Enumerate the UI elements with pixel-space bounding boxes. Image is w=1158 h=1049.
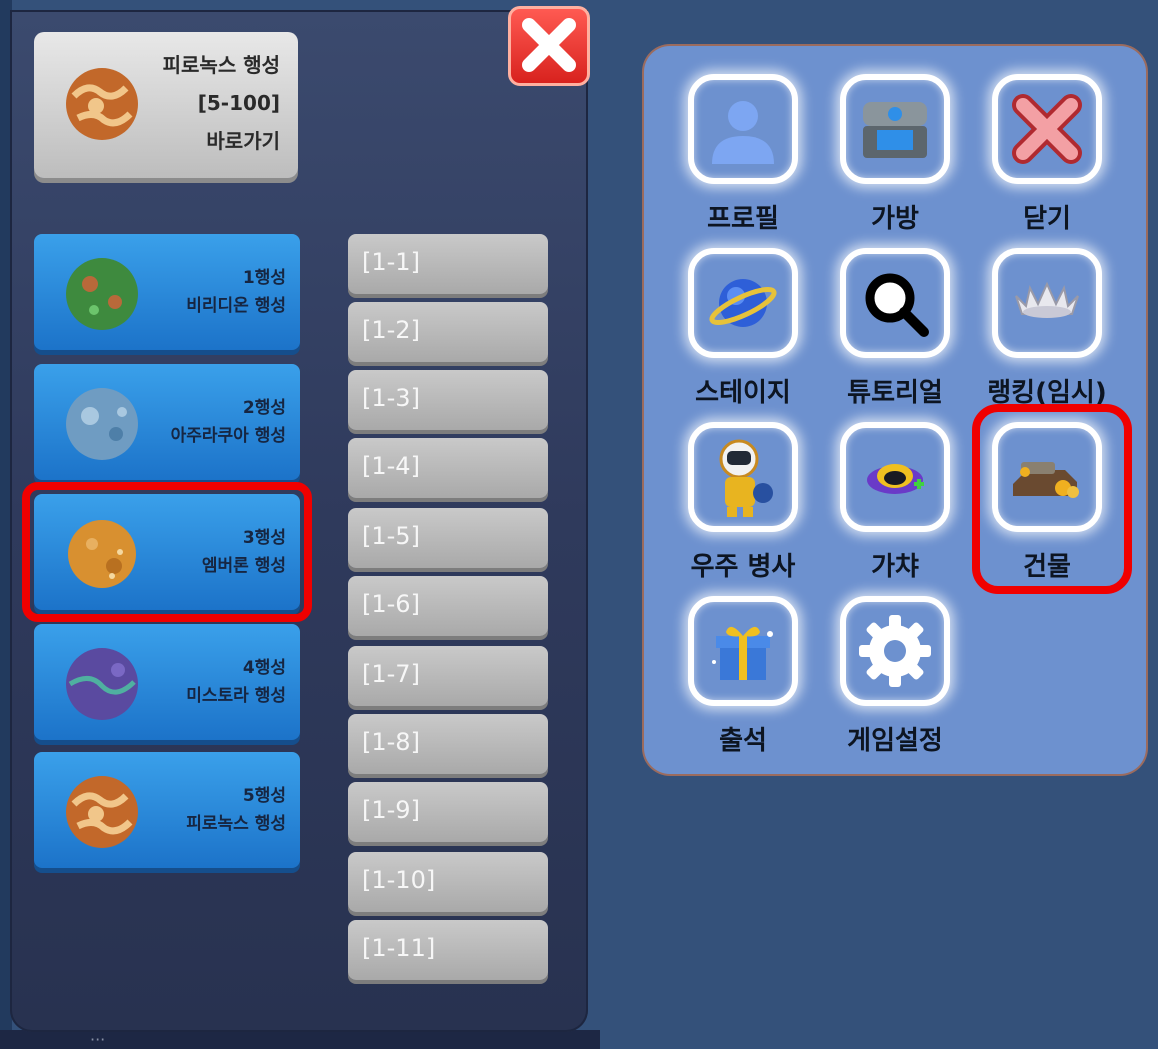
azuraqua-planet-icon — [66, 388, 138, 460]
chest-icon — [863, 102, 927, 158]
menu-label: 프로필 — [707, 204, 779, 234]
pyronox-planet-icon — [66, 68, 138, 140]
shortcut-level-range: [5-100] — [197, 91, 280, 115]
shortcut-planet-name: 피로녹스 행성 — [162, 53, 280, 77]
planet-button-1[interactable]: 1행성 비리디온 행성 — [34, 234, 300, 350]
menu-item-space-soldier[interactable]: 우주 병사 — [678, 422, 808, 592]
selection-highlight-building — [972, 404, 1132, 594]
menu-label: 가챠 — [871, 552, 919, 582]
selection-highlight-planet-3 — [22, 482, 312, 622]
menu-item-profile[interactable]: 프로필 — [678, 74, 808, 244]
menu-icon-frame — [688, 422, 798, 532]
stage-button-1-8[interactable]: [1-8] — [348, 714, 548, 774]
menu-item-ranking[interactable]: 랭킹(임시) — [982, 248, 1112, 418]
stage-button-1-7[interactable]: [1-7] — [348, 646, 548, 706]
gear-icon — [859, 615, 931, 687]
stage-label: [1-8] — [362, 728, 420, 756]
stage-label: [1-9] — [362, 796, 420, 824]
magnifier-icon — [865, 273, 929, 337]
menu-item-bag[interactable]: 가방 — [830, 74, 960, 244]
planet-name: 피로녹스 행성 — [186, 814, 286, 834]
menu-label: 우주 병사 — [690, 552, 796, 582]
stage-button-1-5[interactable]: [1-5] — [348, 508, 548, 568]
gift-icon — [712, 626, 773, 680]
stage-button-1-4[interactable]: [1-4] — [348, 438, 548, 498]
planet-button-2[interactable]: 2행성 아주라쿠아 행성 — [34, 364, 300, 480]
menu-icon-frame — [840, 422, 950, 532]
planet-name: 미스토라 행성 — [186, 686, 286, 706]
menu-icon-frame — [992, 248, 1102, 358]
menu-label: 튜토리얼 — [847, 378, 943, 408]
shortcut-button[interactable]: 피로녹스 행성 [5-100] 바로가기 — [34, 32, 298, 178]
menu-label: 게임설정 — [847, 726, 943, 756]
planet-label: 2행성 아주라쿠아 행성 — [171, 394, 286, 450]
stage-label: [1-11] — [362, 934, 436, 962]
stage-label: [1-6] — [362, 590, 420, 618]
stage-button-1-11[interactable]: [1-11] — [348, 920, 548, 980]
planet-label: 5행성 피로녹스 행성 — [186, 782, 286, 838]
stage-button-1-6[interactable]: [1-6] — [348, 576, 548, 636]
planet-label: 4행성 미스토라 행성 — [186, 654, 286, 710]
menu-label: 닫기 — [1023, 204, 1071, 234]
panel-close-button[interactable] — [508, 6, 590, 86]
menu-icon-frame — [840, 596, 950, 706]
stage-button-1-3[interactable]: [1-3] — [348, 370, 548, 430]
bottom-strip: ··· — [0, 1030, 600, 1049]
stage-label: [1-4] — [362, 452, 420, 480]
stage-button-1-1[interactable]: [1-1] — [348, 234, 548, 294]
planet-number: 5행성 — [242, 786, 286, 806]
menu-label: 출석 — [719, 726, 767, 756]
stage-label: [1-5] — [362, 522, 420, 550]
stage-label: [1-10] — [362, 866, 436, 894]
mystora-planet-icon — [66, 648, 138, 720]
shortcut-text: 피로녹스 행성 [5-100] 바로가기 — [163, 46, 280, 160]
ranking-icon — [1015, 281, 1079, 318]
planet-button-4[interactable]: 4행성 미스토라 행성 — [34, 624, 300, 740]
menu-item-stage[interactable]: 스테이지 — [678, 248, 808, 418]
shortcut-action: 바로가기 — [206, 129, 280, 153]
menu-icon-frame — [688, 74, 798, 184]
stage-button-1-2[interactable]: [1-2] — [348, 302, 548, 362]
menu-icon-frame — [840, 248, 950, 358]
stage-button-1-9[interactable]: [1-9] — [348, 782, 548, 842]
stage-label: [1-7] — [362, 660, 420, 688]
planet-label: 1행성 비리디온 행성 — [186, 264, 286, 320]
menu-item-game-settings[interactable]: 게임설정 — [830, 596, 960, 766]
gacha-icon — [867, 464, 924, 494]
menu-icon-frame — [688, 248, 798, 358]
menu-icon-frame — [992, 74, 1102, 184]
planet-name: 비리디온 행성 — [186, 296, 286, 316]
menu-item-close[interactable]: 닫기 — [982, 74, 1112, 244]
planet-number: 2행성 — [242, 398, 286, 418]
planet-number: 1행성 — [242, 268, 286, 288]
menu-icon-frame — [840, 74, 950, 184]
close-x-icon — [522, 18, 576, 72]
close-icon — [1012, 94, 1082, 164]
viridion-planet-icon — [66, 258, 138, 330]
stage-label: [1-1] — [362, 248, 420, 276]
menu-label: 가방 — [871, 204, 919, 234]
menu-item-attendance[interactable]: 출석 — [678, 596, 808, 766]
pyronox-planet-icon — [66, 776, 138, 848]
planet-button-5[interactable]: 5행성 피로녹스 행성 — [34, 752, 300, 868]
soldier-icon — [719, 439, 773, 517]
stage-label: [1-2] — [362, 316, 420, 344]
menu-item-tutorial[interactable]: 튜토리얼 — [830, 248, 960, 418]
stage-label: [1-3] — [362, 384, 420, 412]
menu-icon-frame — [688, 596, 798, 706]
menu-item-gacha[interactable]: 가챠 — [830, 422, 960, 592]
stage-button-1-10[interactable]: [1-10] — [348, 852, 548, 912]
profile-icon — [712, 101, 774, 164]
planet-name: 아주라쿠아 행성 — [170, 426, 286, 446]
menu-label: 스테이지 — [695, 378, 791, 408]
planet-number: 4행성 — [242, 658, 286, 678]
planet-icon — [709, 279, 777, 327]
